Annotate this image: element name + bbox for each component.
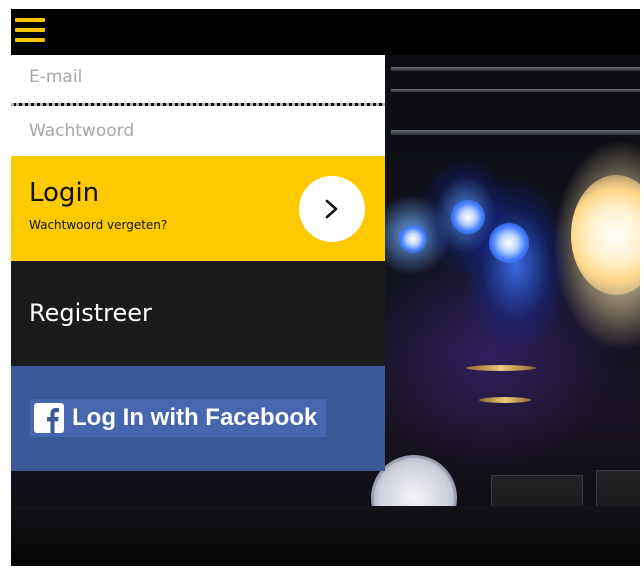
register-button[interactable]: Registreer [11, 261, 385, 366]
facebook-icon [34, 403, 64, 433]
app-frame: Login Wachtwoord vergeten? Registreer Lo… [11, 9, 640, 566]
email-input[interactable] [11, 55, 385, 99]
password-input[interactable] [11, 106, 385, 156]
hamburger-menu-icon[interactable] [15, 18, 45, 42]
top-bar [11, 9, 640, 55]
stage-light [489, 223, 529, 263]
cymbal [466, 365, 536, 371]
stage-light [399, 225, 427, 253]
email-field-wrapper [11, 55, 385, 103]
login-submit-button[interactable] [299, 176, 365, 242]
lighting-truss [391, 67, 640, 71]
stage-floor [11, 506, 640, 566]
login-section[interactable]: Login Wachtwoord vergeten? [11, 156, 385, 261]
register-label: Registreer [29, 299, 152, 327]
facebook-section: Log In with Facebook [11, 366, 385, 471]
forgot-password-link[interactable]: Wachtwoord vergeten? [29, 218, 167, 232]
facebook-login-button[interactable]: Log In with Facebook [30, 399, 327, 437]
login-panel: Login Wachtwoord vergeten? Registreer Lo… [11, 55, 385, 471]
lighting-truss [391, 130, 640, 135]
password-field-wrapper [11, 106, 385, 156]
login-label: Login [29, 178, 100, 208]
lighting-truss [391, 89, 640, 92]
stage-light [571, 175, 640, 295]
stage-light [451, 200, 485, 234]
cymbal [479, 397, 531, 403]
chevron-right-icon [325, 199, 338, 219]
facebook-login-label: Log In with Facebook [72, 404, 318, 431]
